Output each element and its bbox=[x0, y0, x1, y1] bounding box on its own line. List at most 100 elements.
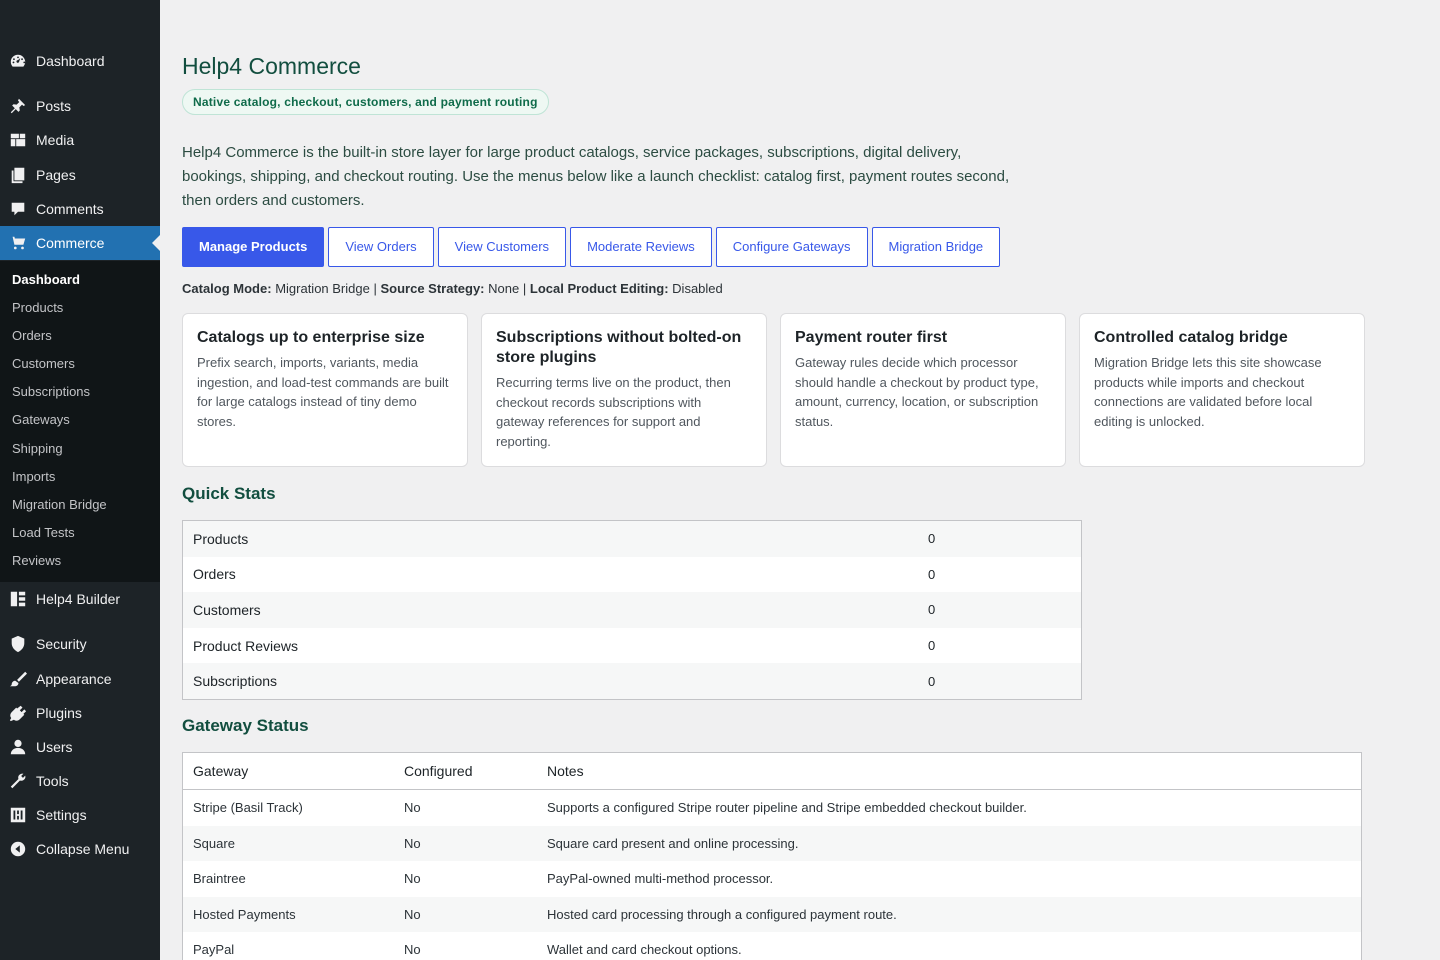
menu-help4-builder[interactable]: Help4 Builder bbox=[0, 582, 160, 616]
gateway-name: Braintree bbox=[193, 871, 246, 887]
catalog-mode-value: Migration Bridge bbox=[275, 281, 370, 296]
page-title: Help4 Commerce bbox=[182, 53, 361, 79]
stat-value: 0 bbox=[928, 602, 936, 618]
menu-appearance[interactable]: Appearance bbox=[0, 662, 160, 696]
stat-value: 0 bbox=[928, 673, 936, 689]
view-customers-button[interactable]: View Customers bbox=[437, 227, 567, 267]
gateway-configured: No bbox=[404, 871, 421, 887]
table-row: Products 0 bbox=[183, 521, 1081, 557]
menu-label: Plugins bbox=[36, 705, 82, 721]
local-editing-label: Local Product Editing: bbox=[529, 281, 669, 296]
feature-card: Catalogs up to enterprise size Prefix se… bbox=[182, 313, 468, 467]
catalog-status-line: Catalog Mode: Migration Bridge | Source … bbox=[182, 281, 723, 296]
feature-card: Subscriptions without bolted-on store pl… bbox=[481, 313, 767, 467]
gateway-notes: PayPal-owned multi-method processor. bbox=[547, 871, 774, 887]
gateway-name: PayPal bbox=[193, 942, 235, 958]
submenu-gateways[interactable]: Gateways bbox=[0, 406, 160, 434]
catalog-mode-label: Catalog Mode: bbox=[182, 281, 272, 296]
cart-icon bbox=[8, 233, 28, 253]
menu-commerce[interactable]: Commerce bbox=[0, 226, 160, 260]
submenu-dashboard[interactable]: Dashboard bbox=[0, 266, 160, 294]
menu-label: Appearance bbox=[36, 671, 112, 687]
stat-label: Customers bbox=[193, 601, 261, 618]
menu-label: Commerce bbox=[36, 235, 105, 251]
submenu-products[interactable]: Products bbox=[0, 294, 160, 322]
feature-cards: Catalogs up to enterprise size Prefix se… bbox=[182, 313, 1365, 467]
user-icon bbox=[8, 737, 28, 757]
stat-value: 0 bbox=[928, 531, 936, 547]
submenu-customers[interactable]: Customers bbox=[0, 350, 160, 378]
stat-value: 0 bbox=[928, 566, 936, 582]
gateway-notes: Hosted card processing through a configu… bbox=[547, 906, 897, 922]
tagline-badge: Native catalog, checkout, customers, and… bbox=[182, 89, 549, 115]
wrench-icon bbox=[8, 771, 28, 791]
submenu-orders[interactable]: Orders bbox=[0, 322, 160, 350]
table-row: Orders 0 bbox=[183, 557, 1081, 593]
collapse-icon bbox=[8, 839, 28, 859]
plug-icon bbox=[8, 703, 28, 723]
submenu-load-tests[interactable]: Load Tests bbox=[0, 519, 160, 547]
gateway-configured: No bbox=[404, 835, 421, 851]
moderate-reviews-button[interactable]: Moderate Reviews bbox=[570, 227, 712, 267]
gateway-configured: No bbox=[404, 942, 421, 958]
menu-settings[interactable]: Settings bbox=[0, 798, 160, 832]
menu-dashboard[interactable]: Dashboard bbox=[0, 44, 160, 78]
menu-label: Settings bbox=[36, 807, 87, 823]
menu-posts[interactable]: Posts bbox=[0, 89, 160, 123]
table-row: Braintree No PayPal-owned multi-method p… bbox=[183, 861, 1361, 897]
menu-security[interactable]: Security bbox=[0, 627, 160, 661]
table-row: Square No Square card present and online… bbox=[183, 825, 1361, 861]
menu-label: Users bbox=[36, 739, 73, 755]
feature-card: Payment router first Gateway rules decid… bbox=[780, 313, 1066, 467]
separator: | bbox=[522, 281, 527, 296]
table-row: Customers 0 bbox=[183, 592, 1081, 628]
menu-pages[interactable]: Pages bbox=[0, 158, 160, 192]
gateway-name: Hosted Payments bbox=[193, 906, 296, 922]
menu-label: Posts bbox=[36, 98, 72, 114]
submenu-subscriptions[interactable]: Subscriptions bbox=[0, 378, 160, 406]
gateway-name: Square bbox=[193, 835, 235, 851]
gateway-notes: Wallet and card checkout options. bbox=[547, 942, 742, 958]
submenu-shipping[interactable]: Shipping bbox=[0, 435, 160, 463]
menu-label: Media bbox=[36, 132, 75, 148]
gateway-status-table: Gateway Configured Notes Stripe (Basil T… bbox=[182, 752, 1362, 960]
card-body: Gateway rules decide which processor sho… bbox=[795, 355, 1039, 430]
table-row: Stripe (Basil Track) No Supports a confi… bbox=[183, 790, 1361, 826]
submenu-migration-bridge[interactable]: Migration Bridge bbox=[0, 491, 160, 519]
pages-icon bbox=[8, 165, 28, 185]
menu-collapse[interactable]: Collapse Menu bbox=[0, 832, 160, 866]
menu-media[interactable]: Media bbox=[0, 123, 160, 157]
submenu-reviews[interactable]: Reviews bbox=[0, 547, 160, 575]
configure-gateways-button[interactable]: Configure Gateways bbox=[715, 227, 868, 267]
menu-label: Help4 Builder bbox=[36, 591, 121, 607]
stat-label: Products bbox=[193, 530, 249, 547]
card-body: Recurring terms live on the product, the… bbox=[496, 375, 731, 450]
gateway-status-title: Gateway Status bbox=[182, 716, 309, 735]
stat-label: Subscriptions bbox=[193, 673, 278, 690]
column-header: Notes bbox=[547, 763, 584, 779]
action-bar: Manage Products View Orders View Custome… bbox=[182, 227, 1001, 267]
brush-icon bbox=[8, 669, 28, 689]
submenu-imports[interactable]: Imports bbox=[0, 463, 160, 491]
card-title: Catalogs up to enterprise size bbox=[197, 329, 425, 346]
table-header: Gateway Configured Notes bbox=[183, 753, 1361, 790]
menu-label: Pages bbox=[36, 167, 76, 183]
migration-bridge-button[interactable]: Migration Bridge bbox=[871, 227, 1001, 267]
view-orders-button[interactable]: View Orders bbox=[328, 227, 434, 267]
gateway-name: Stripe (Basil Track) bbox=[193, 800, 303, 816]
menu-label: Security bbox=[36, 636, 87, 652]
manage-products-button[interactable]: Manage Products bbox=[182, 227, 325, 267]
menu-label: Collapse Menu bbox=[36, 841, 130, 857]
card-title: Payment router first bbox=[795, 329, 948, 346]
card-body: Migration Bridge lets this site showcase… bbox=[1094, 355, 1322, 430]
comment-icon bbox=[8, 199, 28, 219]
menu-plugins[interactable]: Plugins bbox=[0, 696, 160, 730]
menu-comments[interactable]: Comments bbox=[0, 192, 160, 226]
gateway-configured: No bbox=[404, 906, 421, 922]
card-body: Prefix search, imports, variants, media … bbox=[197, 355, 449, 430]
intro-text: Help4 Commerce is the built-in store lay… bbox=[182, 144, 1010, 209]
menu-tools[interactable]: Tools bbox=[0, 764, 160, 798]
menu-users[interactable]: Users bbox=[0, 730, 160, 764]
table-row: Subscriptions 0 bbox=[183, 663, 1081, 699]
quick-stats-title: Quick Stats bbox=[182, 484, 276, 503]
